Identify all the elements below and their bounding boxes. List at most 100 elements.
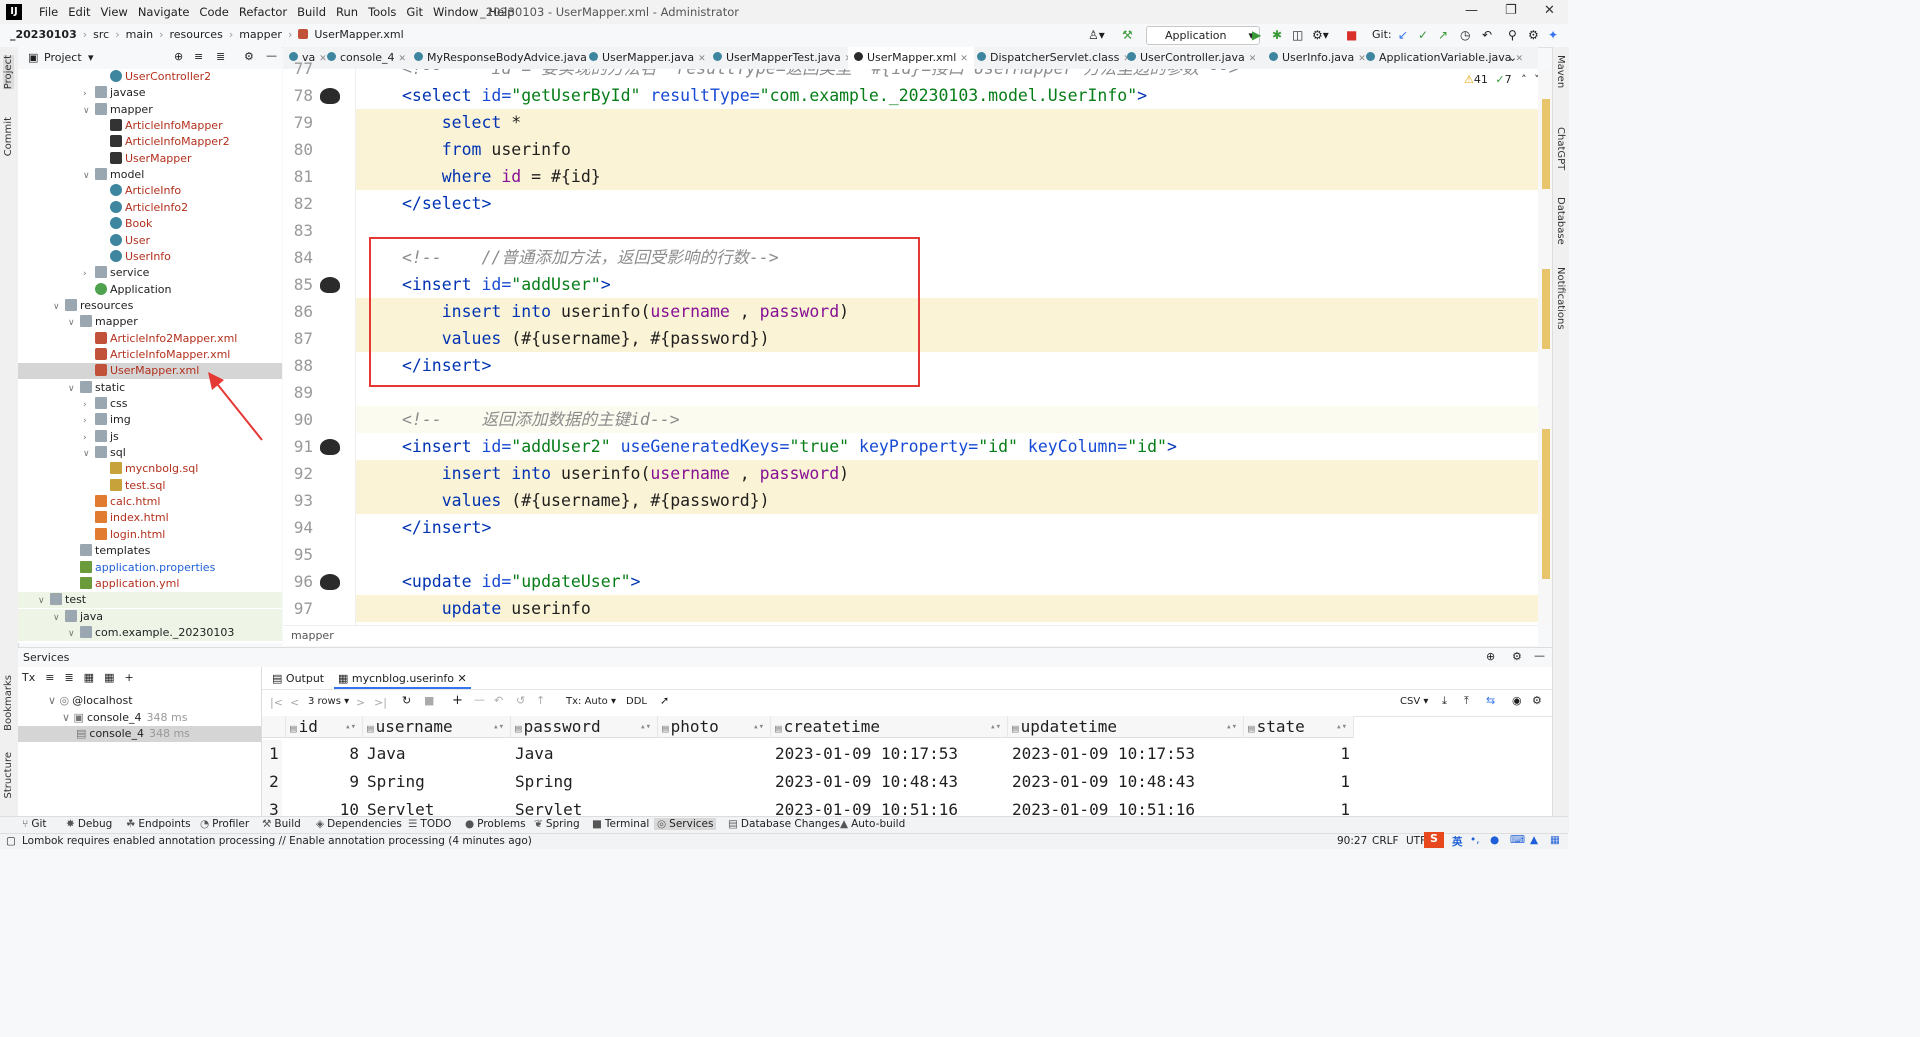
code-line[interactable]: update userinfo [356, 595, 1538, 622]
menu-item-code[interactable]: Code [194, 5, 233, 19]
view-icon[interactable]: ◉ [1512, 694, 1522, 707]
code-line[interactable]: insert into userinfo(username , password… [356, 460, 1538, 487]
services-item[interactable]: ∨ ▣ console_4 348 ms [18, 710, 261, 726]
table-tab[interactable]: ▦ mycnblog.userinfo ✕ [334, 670, 471, 689]
collapse-all-icon[interactable]: ≣ [64, 671, 73, 684]
tree-item[interactable]: ∨ sql [18, 445, 282, 461]
tree-item[interactable]: Application [18, 282, 282, 298]
column-header[interactable]: ▤ password ▴▾ [511, 716, 658, 738]
menu-item-run[interactable]: Run [331, 5, 363, 19]
intellij-logo-icon[interactable]: IJ [6, 4, 22, 20]
close-icon[interactable]: ✕ [1249, 54, 1257, 64]
grid-cell[interactable] [658, 796, 767, 816]
chevron-down-icon[interactable]: ▾ [88, 51, 94, 64]
stop-icon[interactable]: ■ [424, 694, 434, 707]
breadcrumb-item[interactable]: _20230103 [10, 28, 77, 41]
sort-icon[interactable]: ▴▾ [493, 716, 504, 738]
editor-scrollbar[interactable] [1538, 69, 1552, 625]
bookmarks-tool-button[interactable]: Bookmarks [3, 675, 14, 731]
locate-icon[interactable]: ⊕ [1486, 650, 1495, 663]
menu-item-git[interactable]: Git [401, 5, 428, 19]
rows-count-select[interactable]: 3 rows ▾ [308, 696, 349, 707]
tree-item[interactable]: test.sql [18, 478, 282, 494]
mybatis-navigate-icon[interactable] [320, 574, 340, 590]
sort-icon[interactable]: ▴▾ [345, 716, 356, 738]
tree-item[interactable]: › service [18, 265, 282, 281]
chevron-down-icon[interactable]: ∨ [38, 593, 50, 609]
menu-item-refactor[interactable]: Refactor [234, 5, 292, 19]
structure-tool-button[interactable]: Structure [3, 752, 14, 799]
code-line[interactable]: <insert id="addUser2" useGeneratedKeys="… [356, 433, 1538, 460]
tree-item[interactable]: ∨ com.example._20230103 [18, 624, 282, 641]
coverage-icon[interactable]: ◫ [1292, 28, 1303, 42]
ime-menu-icon[interactable]: ▦ [1550, 834, 1560, 846]
menu-item-file[interactable]: File [34, 5, 63, 19]
tree-item[interactable]: User [18, 233, 282, 249]
chevron-down-icon[interactable]: ∨ [53, 299, 65, 315]
grid-cell[interactable]: 2023-01-09 10:48:43 [771, 768, 1004, 796]
inspection-widget[interactable]: ⚠41 ✓7 ˄ ˅ [1460, 73, 1544, 86]
output-tab[interactable]: ▤ Output [272, 672, 324, 685]
tree-item[interactable]: Book [18, 216, 282, 232]
breadcrumb-item[interactable]: main [126, 28, 153, 41]
ddl-button[interactable]: DDL [626, 696, 647, 707]
row-number[interactable]: 3 [262, 796, 282, 816]
project-panel-title[interactable]: Project [44, 51, 82, 64]
editor-tab[interactable]: ApplicationVariable.java ✕ [1360, 47, 1529, 69]
tree-item[interactable]: templates [18, 543, 282, 559]
close-icon[interactable]: ✕ [1516, 54, 1524, 64]
refresh-icon[interactable]: ↻ [402, 694, 411, 707]
chevron-down-icon[interactable]: ∨ [83, 168, 95, 184]
rollback-icon[interactable]: ↶ [1482, 28, 1492, 42]
sort-icon[interactable]: ▴▾ [1226, 716, 1237, 738]
tree-item[interactable]: UserMapper [18, 151, 282, 167]
add-row-icon[interactable]: + [452, 693, 463, 708]
grid-cell[interactable]: 1 [1244, 796, 1350, 816]
minimize-icon[interactable]: — [1465, 3, 1478, 18]
tree-item[interactable]: application.properties [18, 560, 282, 576]
compare-view-icon[interactable]: ⇆ [1486, 694, 1495, 707]
tool-window-todo[interactable]: ☰ TODO [408, 818, 451, 830]
grid-cell[interactable]: 2023-01-09 10:51:16 [771, 796, 1004, 816]
grid-cell[interactable]: Servlet [363, 796, 507, 816]
debug-icon[interactable]: ✱ [1272, 28, 1282, 42]
export-icon[interactable]: ⤓ [1442, 694, 1447, 708]
code-line[interactable]: <!-- 返回添加数据的主键id--> [356, 406, 1538, 433]
profile-icon[interactable]: ⚙▾ [1312, 28, 1329, 42]
sort-icon[interactable]: ▴▾ [640, 716, 651, 738]
tree-item[interactable]: ArticleInfo2Mapper.xml [18, 331, 282, 347]
gear-icon[interactable]: ⚙ [1512, 650, 1522, 663]
editor-tab[interactable]: UserMapperTest.java✕ [707, 47, 858, 69]
editor-tab[interactable]: UserMapper.java ✕ [583, 47, 712, 69]
tree-item[interactable]: ∨ mapper [18, 314, 282, 330]
caret-position[interactable]: 90:27 [1337, 835, 1367, 847]
git-update-icon[interactable]: ↙ [1398, 28, 1408, 42]
notifications-tool-button[interactable]: Notifications [1555, 267, 1566, 330]
tree-item[interactable]: ArticleInfoMapper.xml [18, 347, 282, 363]
gear-icon[interactable]: ⚙ [244, 50, 254, 63]
grid-cell[interactable]: 9 [286, 768, 359, 796]
tool-window-git[interactable]: ⑂ Git [22, 818, 46, 830]
line-separator[interactable]: CRLF [1372, 835, 1399, 847]
mybatis-navigate-icon[interactable] [320, 88, 340, 104]
grid-cell[interactable]: 10 [286, 796, 359, 816]
chevron-down-icon[interactable]: ∨ [83, 446, 95, 462]
menu-item-edit[interactable]: Edit [63, 5, 95, 19]
revert-icon[interactable]: ↶ [494, 694, 503, 707]
locate-icon[interactable]: ⊕ [174, 50, 183, 63]
column-header[interactable]: ▤ state ▴▾ [1244, 716, 1354, 738]
run-icon[interactable]: ▶ [1252, 28, 1261, 42]
add-icon[interactable]: + [124, 671, 133, 684]
code-line[interactable]: where id = #{id} [356, 163, 1538, 190]
editor-tab[interactable]: UserController.java ✕ [1121, 47, 1262, 69]
close-icon[interactable]: ✕ [1544, 3, 1555, 18]
sort-icon[interactable]: ▴▾ [753, 716, 764, 738]
tx-icon[interactable]: Tx [22, 671, 35, 684]
tool-window-services[interactable]: ◎ Services [654, 818, 717, 830]
code-line[interactable]: from userinfo [356, 136, 1538, 163]
settings-icon[interactable]: ⚙ [1528, 28, 1539, 42]
editor-tab[interactable]: MyResponseBodyAdvice.java✕ [408, 47, 604, 69]
tree-item[interactable]: UserController2 [18, 69, 282, 85]
hide-icon[interactable]: — [266, 49, 277, 62]
code-line[interactable]: </insert> [356, 514, 1538, 541]
